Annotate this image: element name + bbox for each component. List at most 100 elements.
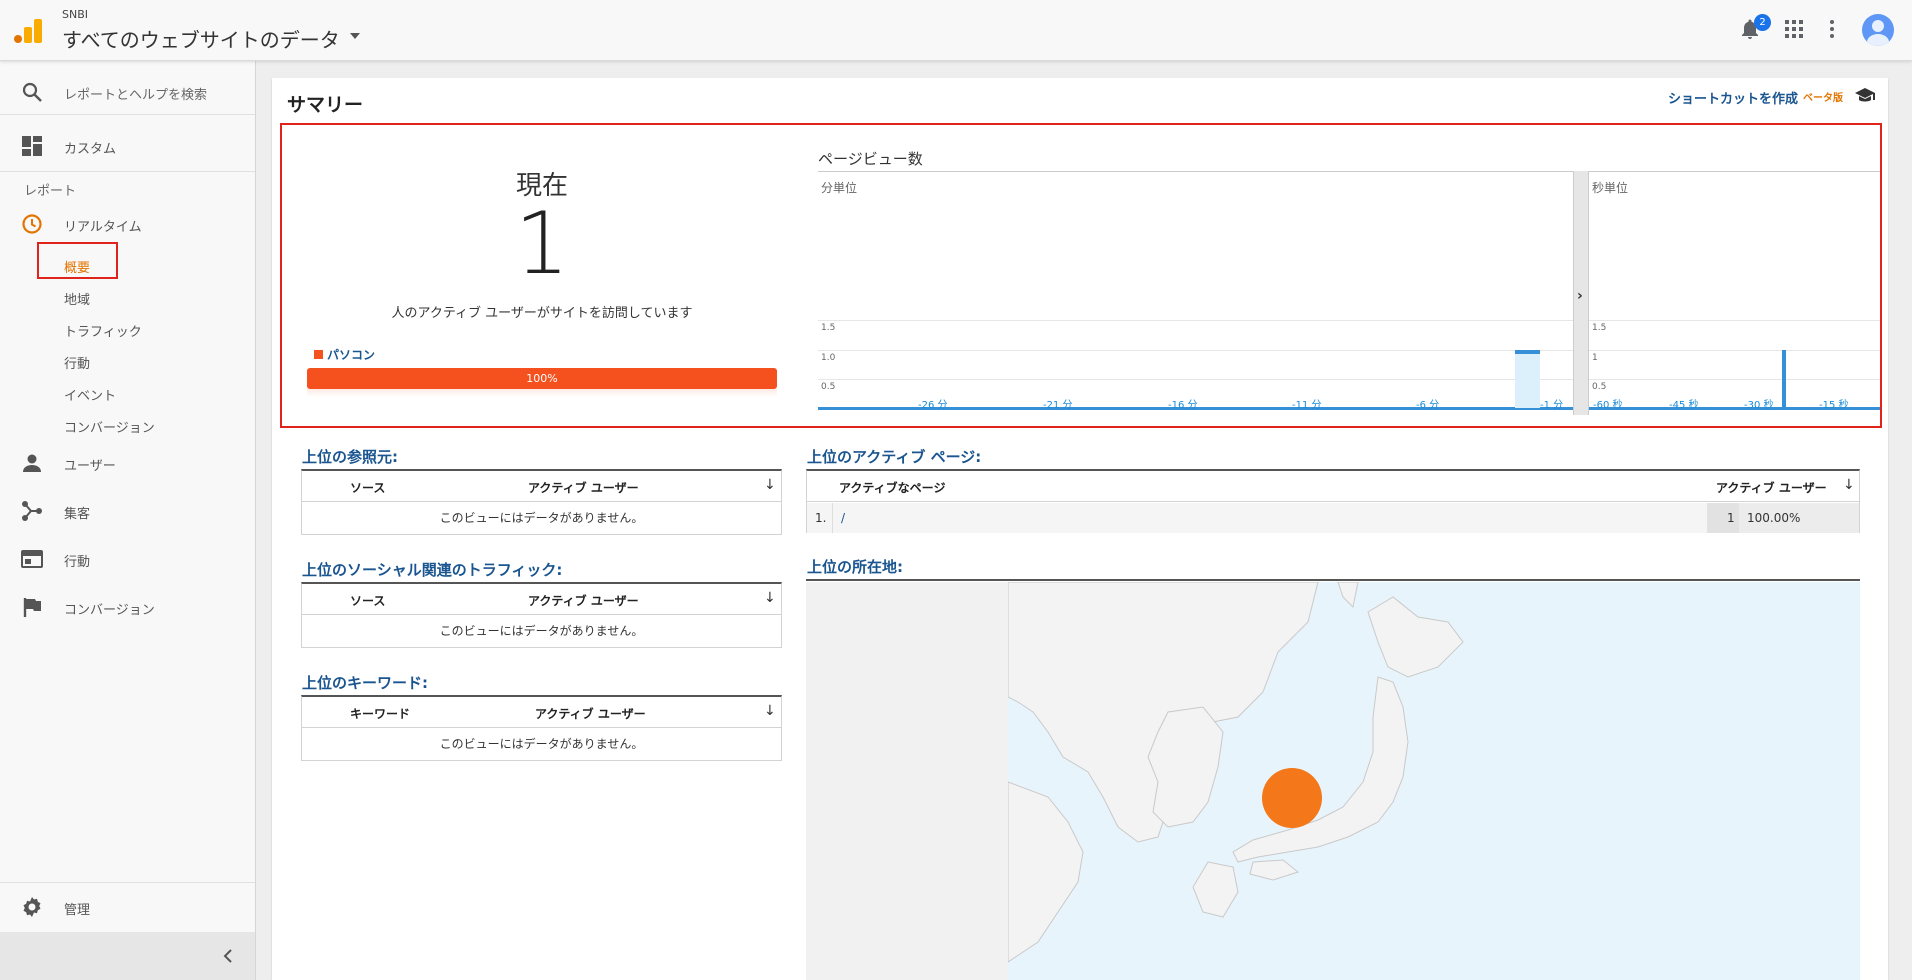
x-tick-label: -6 分 [1416, 400, 1440, 411]
x-tick-label: -26 分 [918, 400, 948, 411]
pageviews-title: ページビュー数 [818, 150, 923, 168]
sidebar-item-label: カスタム [64, 142, 117, 157]
col-keyword[interactable]: キーワード [350, 705, 410, 722]
acquisition-icon [22, 501, 42, 521]
sidebar-item-acquisition[interactable]: 集客 [0, 491, 255, 531]
create-shortcut-link[interactable]: ショートカットを作成 [1668, 88, 1798, 107]
sidebar-item-admin[interactable]: 管理 [0, 886, 255, 928]
gridline [818, 378, 1573, 380]
sidebar-item-custom[interactable]: カスタム [0, 124, 255, 166]
sidebar-item-realtime[interactable]: リアルタイム [0, 207, 255, 241]
sidebar-item-label: 行動 [64, 555, 91, 570]
table-header: キーワード アクティブ ユーザー ↓ [302, 697, 781, 728]
empty-message: このビューにはデータがありません。 [439, 511, 644, 525]
sort-down-icon[interactable]: ↓ [1843, 477, 1855, 493]
per-second-label: 秒単位 [1592, 181, 1629, 195]
sidebar-search[interactable]: レポートとヘルプを検索 [0, 71, 255, 113]
sidebar-item-label: 集客 [64, 507, 91, 522]
gear-icon [23, 897, 41, 917]
sidebar: レポートとヘルプを検索 カスタム レポート リアルタイム 概要 地域 トラフィッ… [0, 61, 256, 980]
reports-section-label: レポート [24, 184, 77, 199]
top-keywords-table: キーワード アクティブ ユーザー ↓ このビューにはデータがありません。 [301, 695, 782, 761]
bar-highlight[interactable] [1515, 349, 1540, 408]
y-tick-label: 1 [1592, 352, 1598, 363]
japan-map [1008, 582, 1464, 963]
clock-icon [22, 214, 42, 234]
y-tick-label: 0.5 [1592, 381, 1607, 392]
page-title: サマリー [287, 94, 364, 116]
sidebar-item-behavior[interactable]: 行動 [0, 539, 255, 579]
more-vert-icon[interactable] [1829, 20, 1835, 38]
sidebar-item-events[interactable]: イベント [64, 385, 116, 404]
top-locations-title: 上位の所在地: [807, 558, 903, 576]
top-pages-table: アクティブなページ アクティブ ユーザー ↓ 1. / 1 100.00% [806, 469, 1860, 533]
top-bar: SNBI すべてのウェブサイトのデータ 2 [0, 0, 1912, 61]
x-tick-label: -60 秒 [1593, 400, 1623, 411]
avatar[interactable] [1862, 14, 1894, 46]
location-map[interactable] [806, 582, 1860, 980]
sidebar-item-label: リアルタイム [64, 220, 142, 235]
top-referrals-table: ソース アクティブ ユーザー ↓ このビューにはデータがありません。 [301, 469, 782, 535]
browser-window-icon [21, 550, 43, 568]
per-minute-label: 分単位 [821, 181, 858, 195]
col-active-users[interactable]: アクティブ ユーザー [528, 479, 639, 496]
sidebar-item-content[interactable]: 行動 [64, 353, 90, 372]
main-panel: サマリー ショートカットを作成 ベータ版 現在 1 人のアクティブ ユーザーがサ… [272, 78, 1888, 980]
active-user-description: 人のアクティブ ユーザーがサイトを訪問しています [391, 306, 693, 321]
col-active-users[interactable]: アクティブ ユーザー [535, 705, 646, 722]
account-name[interactable]: SNBI [62, 8, 88, 21]
sidebar-item-conversions[interactable]: コンバージョン [0, 587, 255, 627]
search-placeholder: レポートとヘルプを検索 [64, 88, 208, 103]
col-source[interactable]: ソース [350, 479, 385, 496]
device-share-label: 100% [526, 372, 558, 385]
x-tick-label: -16 分 [1168, 400, 1198, 411]
sidebar-item-label: 管理 [64, 903, 91, 918]
active-user-count: 1 [514, 194, 570, 294]
x-tick-label: -15 秒 [1819, 400, 1849, 411]
pageviews-per-second-chart: 秒単位 0.5 1 1.5 -60 秒 -45 秒 -30 秒 -15 秒 [1589, 171, 1880, 415]
sidebar-item-conversions-rt[interactable]: コンバージョン [64, 417, 155, 436]
dashboard-icon [22, 136, 42, 156]
top-pages-title: 上位のアクティブ ページ: [807, 448, 982, 466]
gridline [1589, 320, 1880, 322]
col-active-users[interactable]: アクティブ ユーザー [1716, 479, 1827, 496]
realtime-summary: 現在 1 人のアクティブ ユーザーがサイトを訪問しています パソコン 100% … [280, 123, 1882, 428]
col-source[interactable]: ソース [350, 592, 385, 609]
y-tick-label: 0.5 [821, 381, 836, 392]
x-tick-label: -21 分 [1043, 400, 1073, 411]
col-active-users[interactable]: アクティブ ユーザー [528, 592, 639, 609]
row-users: 1 [1727, 511, 1735, 525]
beta-badge: ベータ版 [1803, 93, 1843, 104]
sidebar-item-audience[interactable]: ユーザー [0, 443, 255, 483]
sidebar-item-overview[interactable]: 概要 [64, 257, 90, 276]
sidebar-item-label: コンバージョン [64, 603, 155, 618]
chevron-left-icon[interactable] [222, 949, 234, 963]
notification-badge: 2 [1754, 14, 1771, 31]
x-tick-label: -1 分 [1540, 400, 1564, 411]
property-selector[interactable]: すべてのウェブサイトのデータ [62, 24, 340, 53]
chevron-right-icon[interactable]: › [1577, 288, 1583, 304]
chevron-down-icon[interactable] [350, 33, 360, 39]
top-referrals-title: 上位の参照元: [302, 448, 398, 466]
apps-icon[interactable] [1785, 20, 1803, 38]
sort-down-icon[interactable]: ↓ [764, 590, 776, 606]
top-social-table: ソース アクティブ ユーザー ↓ このビューにはデータがありません。 [301, 582, 782, 648]
sidebar-item-locations[interactable]: 地域 [64, 289, 90, 308]
graduation-cap-icon[interactable] [1854, 87, 1876, 103]
table-row: 1. / 1 100.00% [807, 503, 1859, 533]
y-tick-label: 1.5 [821, 323, 836, 334]
page-link[interactable]: / [841, 503, 845, 533]
col-active-page[interactable]: アクティブなページ [839, 479, 945, 496]
device-legend-label[interactable]: パソコン [327, 346, 375, 363]
x-tick-label: -30 秒 [1744, 400, 1774, 411]
bar-value[interactable] [1782, 349, 1786, 408]
sidebar-item-traffic[interactable]: トラフィック [64, 321, 142, 340]
pageviews-per-minute-chart: 分単位 0.5 1.0 1.5 -26 分 -21 分 -16 分 -11 分 -6 分 -1 … [818, 171, 1573, 415]
sort-down-icon[interactable]: ↓ [764, 477, 776, 493]
location-marker[interactable] [1262, 768, 1322, 828]
flag-icon [23, 598, 41, 617]
sort-down-icon[interactable]: ↓ [764, 703, 776, 719]
analytics-logo[interactable] [14, 19, 42, 43]
row-rank: 1. [815, 511, 827, 525]
empty-message: このビューにはデータがありません。 [439, 737, 644, 751]
